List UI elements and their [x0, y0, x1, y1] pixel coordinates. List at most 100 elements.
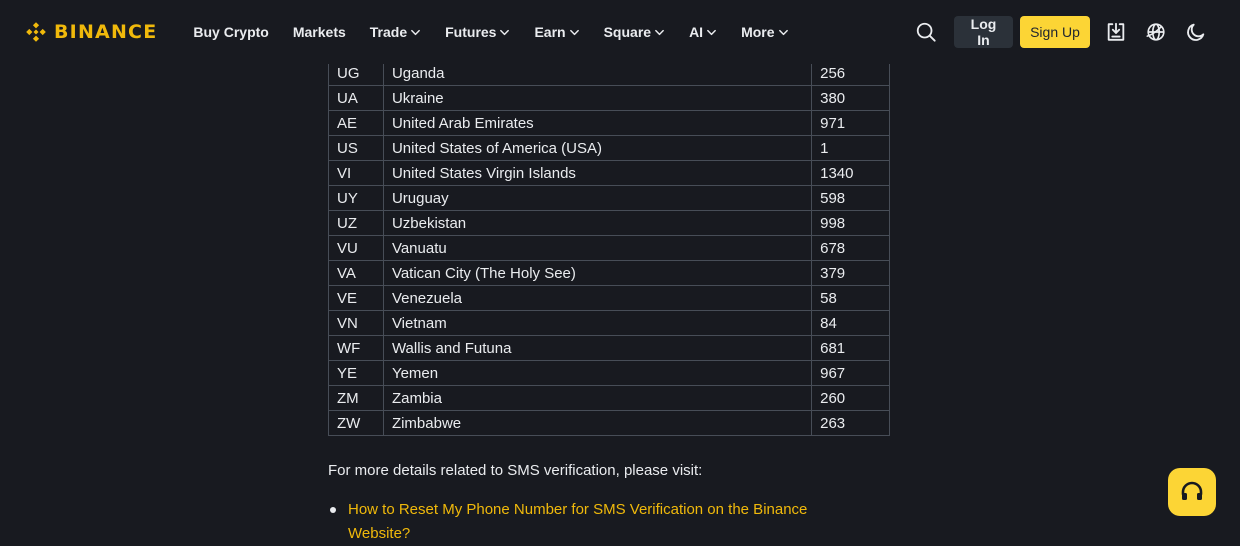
- search-button[interactable]: [906, 12, 946, 52]
- table-row: ZW Zimbabwe 263: [328, 410, 890, 436]
- nav-item-label: Trade: [369, 24, 408, 40]
- dial-code-cell: 1: [811, 135, 890, 161]
- binance-logo-icon: [26, 22, 46, 42]
- table-row: VA Vatican City (The Holy See) 379: [328, 260, 890, 286]
- country-code-cell: AE: [328, 110, 384, 136]
- country-code-cell: UA: [328, 85, 384, 111]
- country-name-cell: Vietnam: [382, 310, 813, 336]
- country-name-cell: Uganda: [382, 60, 813, 86]
- table-row: ZM Zambia 260: [328, 385, 890, 411]
- table-row: VN Vietnam 84: [328, 310, 890, 336]
- nav-item-square[interactable]: Square: [592, 0, 677, 64]
- nav-item-futures[interactable]: Futures: [433, 0, 522, 64]
- dial-code-cell: 678: [811, 235, 890, 261]
- nav-item-label: Square: [603, 24, 652, 40]
- nav-item-markets[interactable]: Markets: [281, 0, 358, 64]
- country-code-cell: VN: [328, 310, 384, 336]
- country-code-cell: ZM: [328, 385, 384, 411]
- related-links: How to Reset My Phone Number for SMS Ver…: [328, 498, 848, 546]
- country-name-cell: Wallis and Futuna: [382, 335, 813, 361]
- theme-toggle[interactable]: [1176, 12, 1216, 52]
- nav-item-label: AI: [689, 24, 704, 40]
- table-row: US United States of America (USA) 1: [328, 135, 890, 161]
- table-row: AE United Arab Emirates 971: [328, 110, 890, 136]
- globe-icon: [1146, 23, 1165, 41]
- logo-text: BINANCE: [54, 21, 158, 43]
- dial-code-cell: 967: [811, 360, 890, 386]
- nav-item-label: More: [741, 24, 775, 40]
- nav-item-buy-crypto[interactable]: Buy Crypto: [181, 0, 280, 64]
- dial-code-cell: 598: [811, 185, 890, 211]
- country-code-cell: VA: [328, 260, 384, 286]
- chevron-down-icon: [707, 29, 716, 35]
- dial-code-cell: 58: [811, 285, 890, 311]
- bullet-icon: [330, 507, 336, 513]
- moon-icon: [1187, 23, 1205, 41]
- chevron-down-icon: [411, 29, 421, 35]
- table-row: VE Venezuela 58: [328, 285, 890, 311]
- country-name-cell: Yemen: [382, 360, 813, 386]
- country-code-cell: WF: [328, 335, 384, 361]
- list-item: How to Reset My Phone Number for SMS Ver…: [328, 498, 848, 546]
- country-code-cell: UZ: [328, 210, 384, 236]
- country-name-cell: Ukraine: [382, 85, 813, 111]
- reset-phone-link[interactable]: How to Reset My Phone Number for SMS Ver…: [348, 501, 807, 542]
- nav-item-label: Earn: [534, 24, 566, 40]
- download-button[interactable]: [1096, 12, 1136, 52]
- nav-item-earn[interactable]: Earn: [522, 0, 591, 64]
- dial-code-cell: 260: [811, 385, 890, 411]
- country-name-cell: Zambia: [382, 385, 813, 411]
- language-button[interactable]: [1136, 12, 1176, 52]
- country-name-cell: Zimbabwe: [382, 410, 813, 436]
- nav-item-ai[interactable]: AI: [677, 0, 729, 64]
- nav-item-label: Markets: [292, 24, 346, 40]
- country-name-cell: United States of America (USA): [382, 135, 813, 161]
- table-row: WF Wallis and Futuna 681: [328, 335, 890, 361]
- country-code-cell: VE: [328, 285, 384, 311]
- nav-item-label: Buy Crypto: [193, 24, 269, 40]
- dial-code-cell: 256: [811, 60, 890, 86]
- dial-code-cell: 84: [811, 310, 890, 336]
- binance-logo[interactable]: BINANCE: [24, 20, 157, 44]
- chevron-down-icon: [778, 29, 788, 35]
- country-code-cell: US: [328, 135, 384, 161]
- table-row: YE Yemen 967: [328, 360, 890, 386]
- top-header: BINANCE Buy Crypto Markets Trade Futures Ear…: [0, 0, 1240, 64]
- dial-code-cell: 998: [811, 210, 890, 236]
- table-row: UY Uruguay 598: [328, 185, 890, 211]
- country-name-cell: Venezuela: [382, 285, 813, 311]
- nav-item-label: Futures: [445, 24, 497, 40]
- nav-item-trade[interactable]: Trade: [358, 0, 433, 64]
- chevron-down-icon: [655, 29, 664, 35]
- country-name-cell: United Arab Emirates: [382, 110, 813, 136]
- dial-code-cell: 681: [811, 335, 890, 361]
- country-name-cell: United States Virgin Islands: [382, 160, 813, 186]
- sms-details-paragraph: For more details related to SMS verifica…: [328, 462, 703, 479]
- signup-button[interactable]: Sign Up: [1020, 16, 1090, 48]
- dial-code-cell: 263: [811, 410, 890, 436]
- table-row: UG Uganda 256: [328, 60, 890, 86]
- country-name-cell: Vatican City (The Holy See): [382, 260, 813, 286]
- dial-code-cell: 379: [811, 260, 890, 286]
- chevron-down-icon: [500, 29, 510, 35]
- country-name-cell: Uruguay: [382, 185, 813, 211]
- country-code-cell: VI: [328, 160, 384, 186]
- header-actions: Log In Sign Up: [906, 12, 1216, 52]
- dial-code-cell: 380: [811, 85, 890, 111]
- country-code-cell: UG: [328, 60, 384, 86]
- nav-item-more[interactable]: More: [729, 0, 800, 64]
- country-code-cell: VU: [328, 235, 384, 261]
- dial-code-cell: 1340: [811, 160, 890, 186]
- support-chat-button[interactable]: [1168, 468, 1216, 516]
- dial-code-cell: 971: [811, 110, 890, 136]
- country-code-cell: YE: [328, 360, 384, 386]
- table-row: VU Vanuatu 678: [328, 235, 890, 261]
- login-button[interactable]: Log In: [954, 16, 1013, 48]
- main-nav: Buy Crypto Markets Trade Futures Earn Square A…: [181, 0, 800, 64]
- search-icon: [916, 22, 936, 42]
- table-row: VI United States Virgin Islands 1340: [328, 160, 890, 186]
- country-name-cell: Uzbekistan: [382, 210, 813, 236]
- country-code-cell: ZW: [328, 410, 384, 436]
- country-name-cell: Vanuatu: [382, 235, 813, 261]
- table-row: UA Ukraine 380: [328, 85, 890, 111]
